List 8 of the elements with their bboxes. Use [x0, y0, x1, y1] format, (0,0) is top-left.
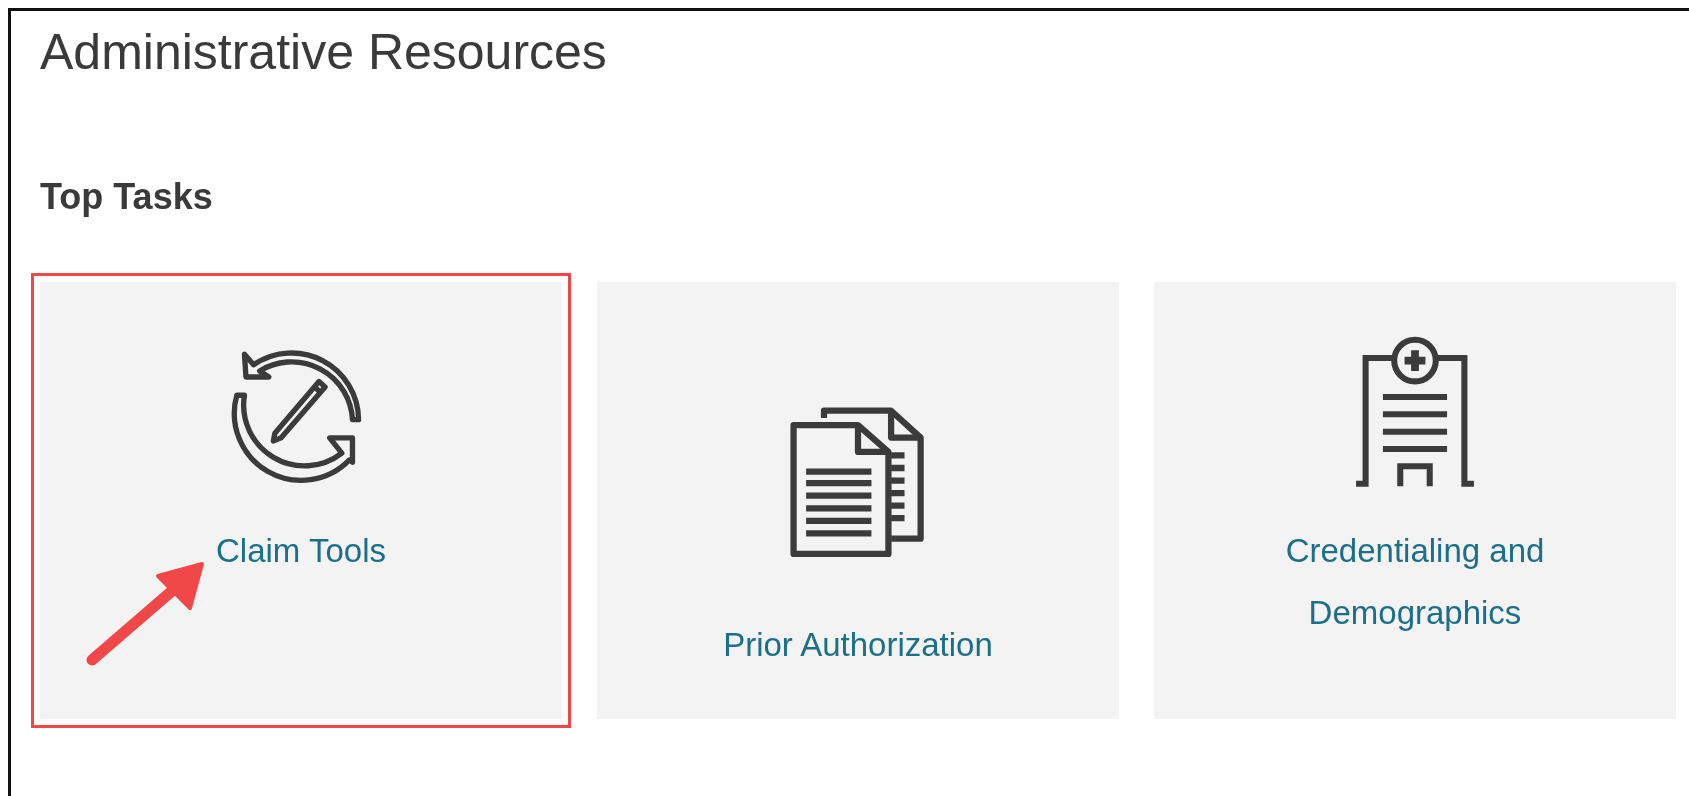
task-card[interactable]: Credentialing and Demographics	[1154, 282, 1676, 719]
page-title: Administrative Resources	[40, 23, 608, 82]
task-link[interactable]: Prior Authorization	[723, 614, 993, 676]
task-link[interactable]: Claim Tools	[216, 520, 386, 582]
task-card[interactable]: Prior Authorization	[597, 282, 1119, 719]
section-heading: Top Tasks	[40, 175, 214, 219]
task-link[interactable]: Credentialing and Demographics	[1250, 520, 1580, 644]
task-card[interactable]: Claim Tools	[40, 282, 562, 719]
